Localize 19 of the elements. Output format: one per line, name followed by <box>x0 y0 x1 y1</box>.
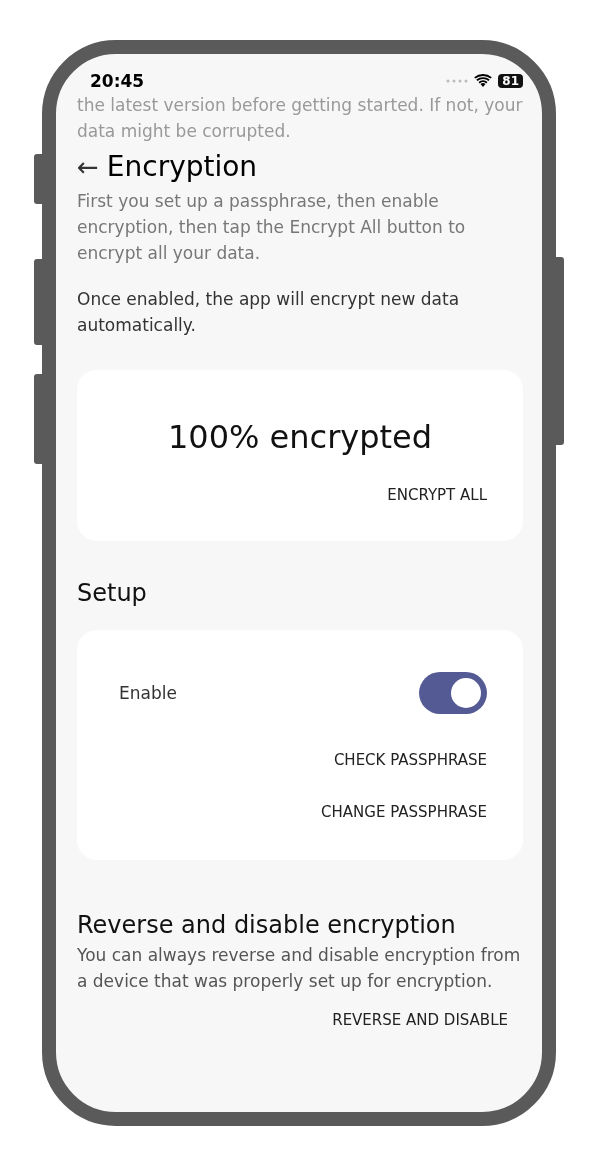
battery-level: 81 <box>498 74 523 88</box>
back-button[interactable]: ← <box>77 148 99 186</box>
description-text: the latest version before getting started. If not, your data might be corrupted. <box>77 94 523 143</box>
wifi-icon <box>474 74 493 88</box>
signal-icon <box>446 79 469 83</box>
enable-toggle[interactable] <box>419 672 487 714</box>
clock-time: 20:45 <box>90 71 145 91</box>
encrypt-all-button[interactable]: ENCRYPT ALL <box>387 476 487 514</box>
section-heading: Setup <box>77 578 148 609</box>
section-heading: Reverse and disable encryption <box>77 910 457 941</box>
enable-label: Enable <box>119 683 177 703</box>
progress-status: 100% encrypted <box>166 417 434 458</box>
description-text: Once enabled, the app will encrypt new data automatically. <box>77 288 461 337</box>
description-text: You can always reverse and disable encryption from a device that was properly set up for encryption. <box>77 944 522 993</box>
passphrase-button[interactable]: CHECK PASSPHRASE <box>333 741 487 779</box>
reverse-disable-button[interactable]: REVERSE AND DISABLE <box>332 1001 508 1039</box>
passphrase-button[interactable]: CHANGE PASSPHRASE <box>321 793 487 831</box>
description-text: First you set up a passphrase, then enable encryption, then tap the Encrypt All button to encrypt all your data. <box>77 190 467 265</box>
page-title: Encryption <box>106 149 258 185</box>
